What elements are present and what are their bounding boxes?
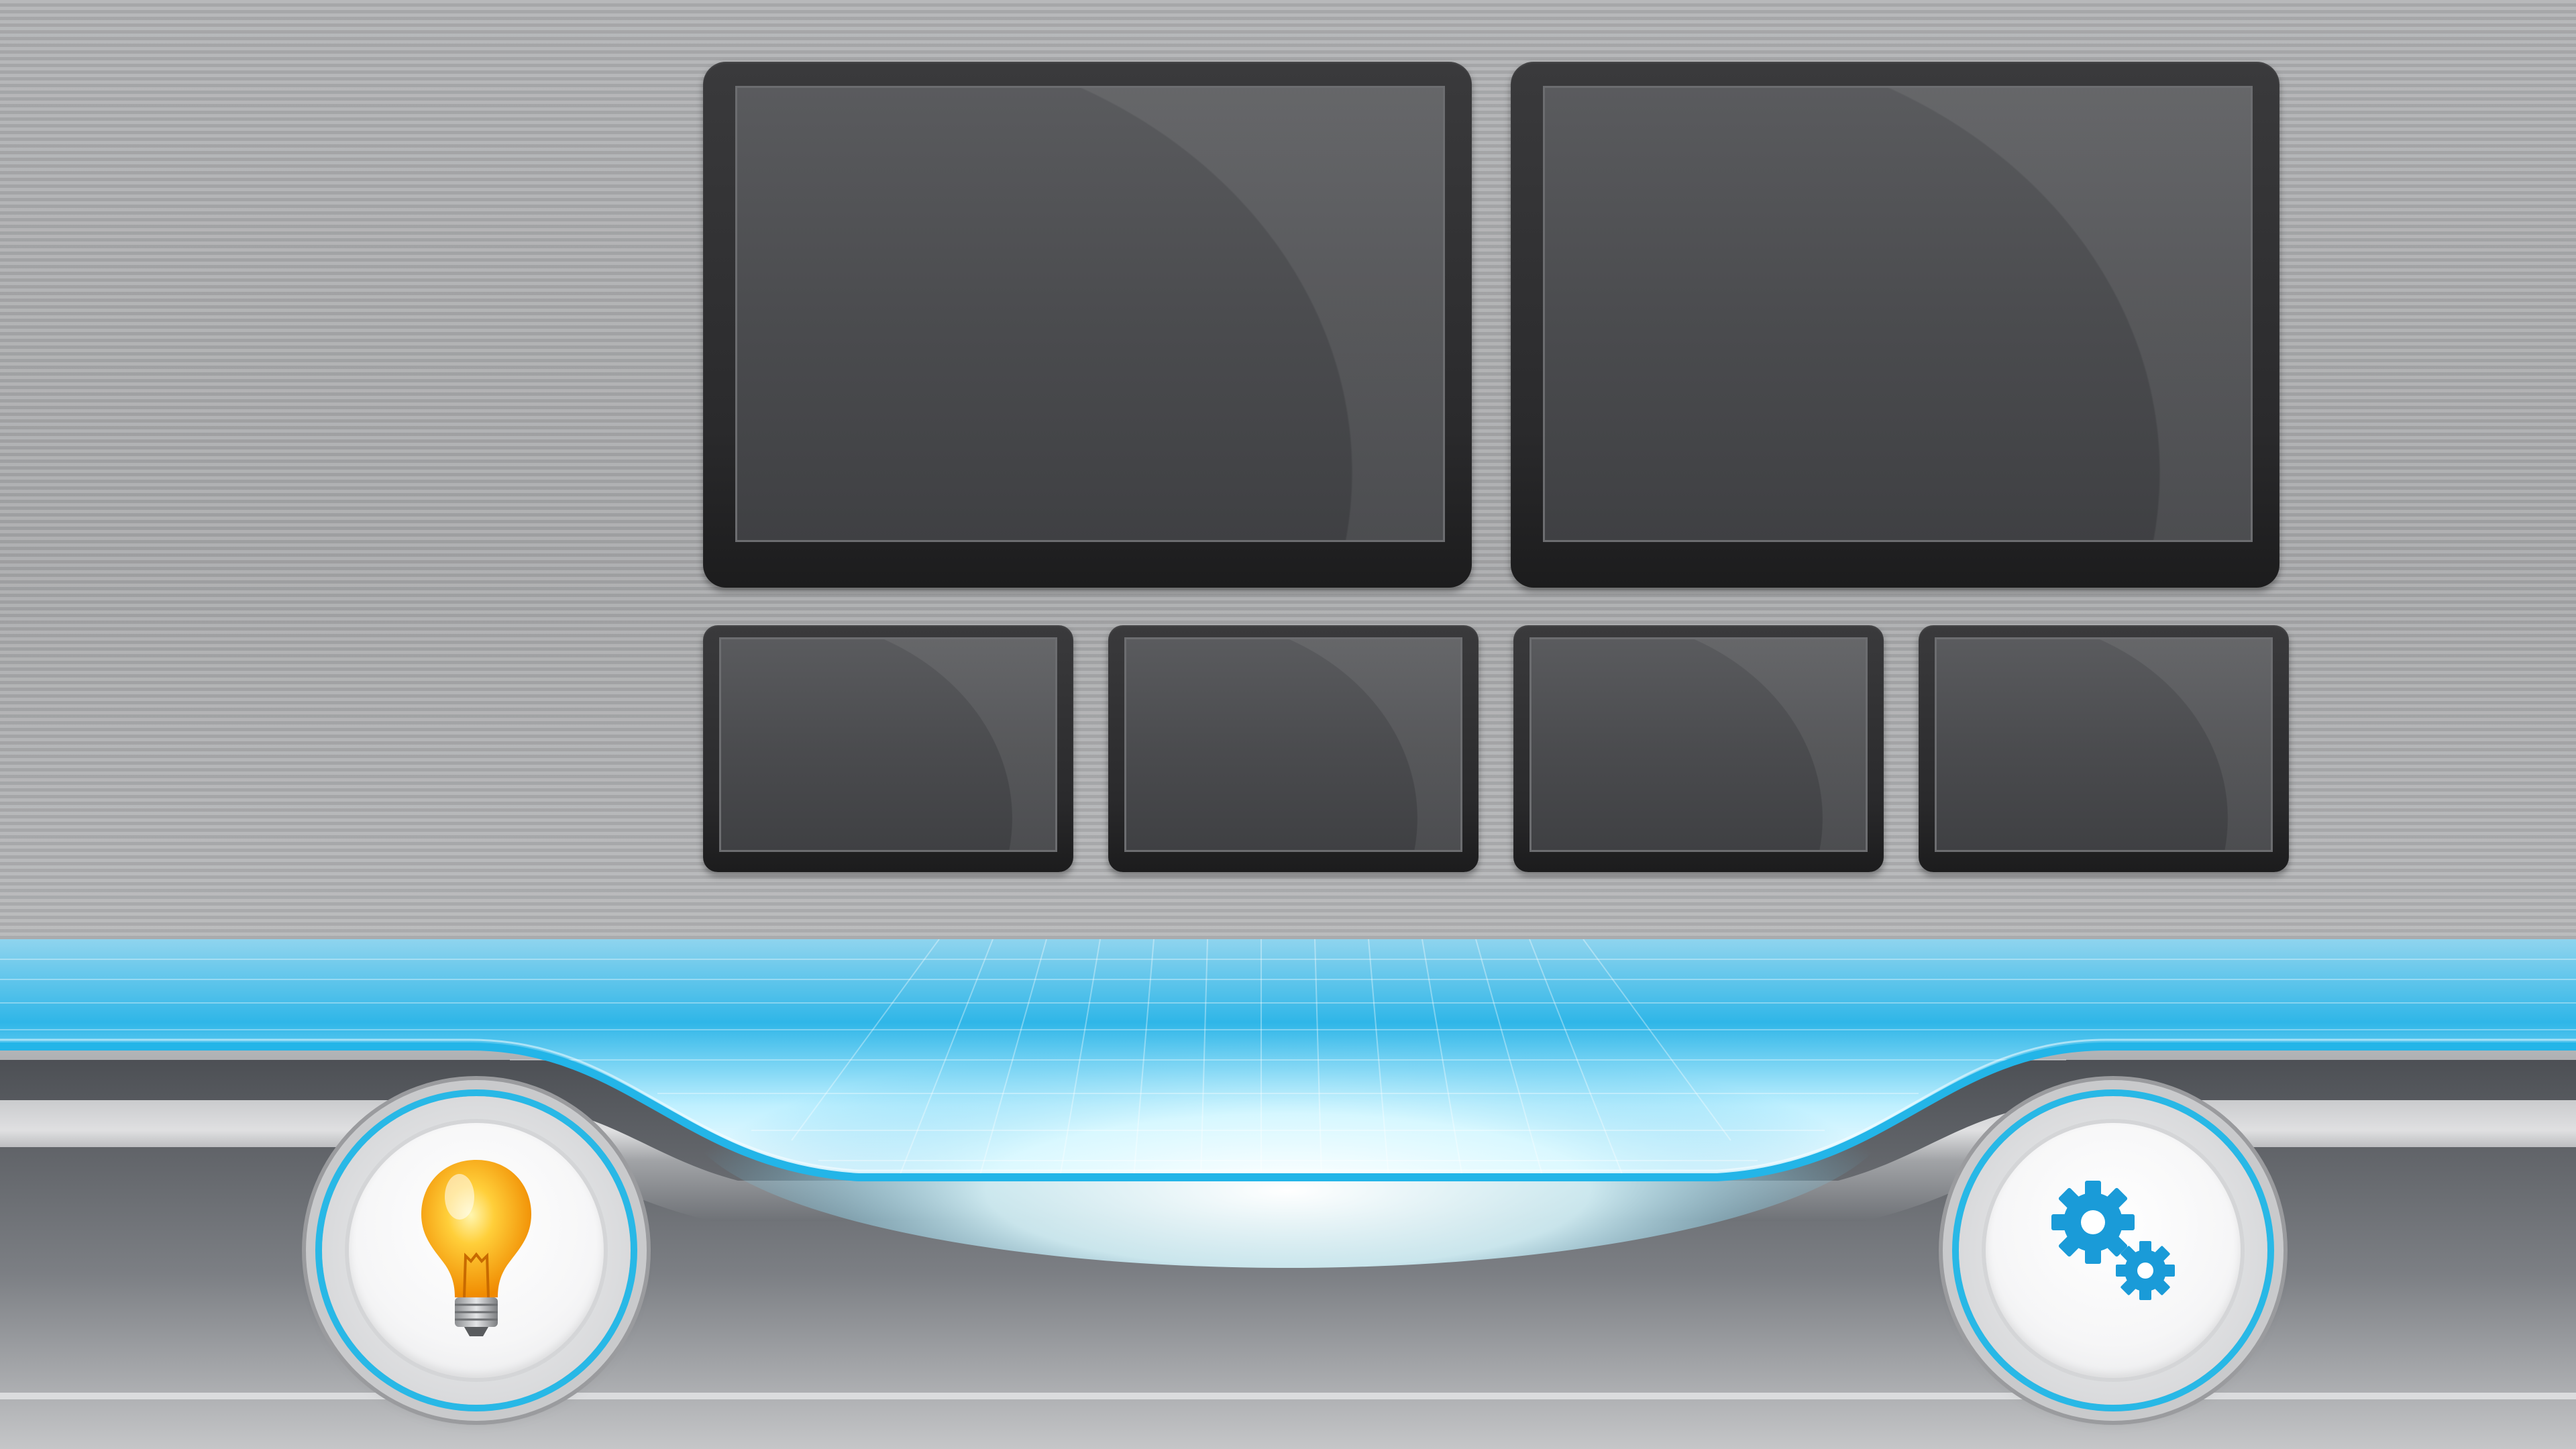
large-monitor-2[interactable] <box>1511 62 2279 588</box>
gears-icon <box>2051 1181 2175 1300</box>
monitor-screen <box>1529 637 1868 852</box>
monitor-screen <box>1935 637 2273 852</box>
monitor-screen <box>1543 86 2253 542</box>
small-monitor-2[interactable] <box>1108 625 1479 872</box>
small-monitor-3[interactable] <box>1513 625 1884 872</box>
small-monitor-4[interactable] <box>1919 625 2289 872</box>
monitor-screen <box>719 637 1057 852</box>
large-monitor-1[interactable] <box>703 62 1472 588</box>
lightbulb-icon <box>421 1160 531 1336</box>
monitor-screen <box>1124 637 1462 852</box>
small-monitor-1[interactable] <box>703 625 1073 872</box>
settings-button[interactable] <box>1959 1096 2267 1405</box>
lightbulb-button[interactable] <box>322 1096 631 1405</box>
monitor-screen <box>735 86 1445 542</box>
